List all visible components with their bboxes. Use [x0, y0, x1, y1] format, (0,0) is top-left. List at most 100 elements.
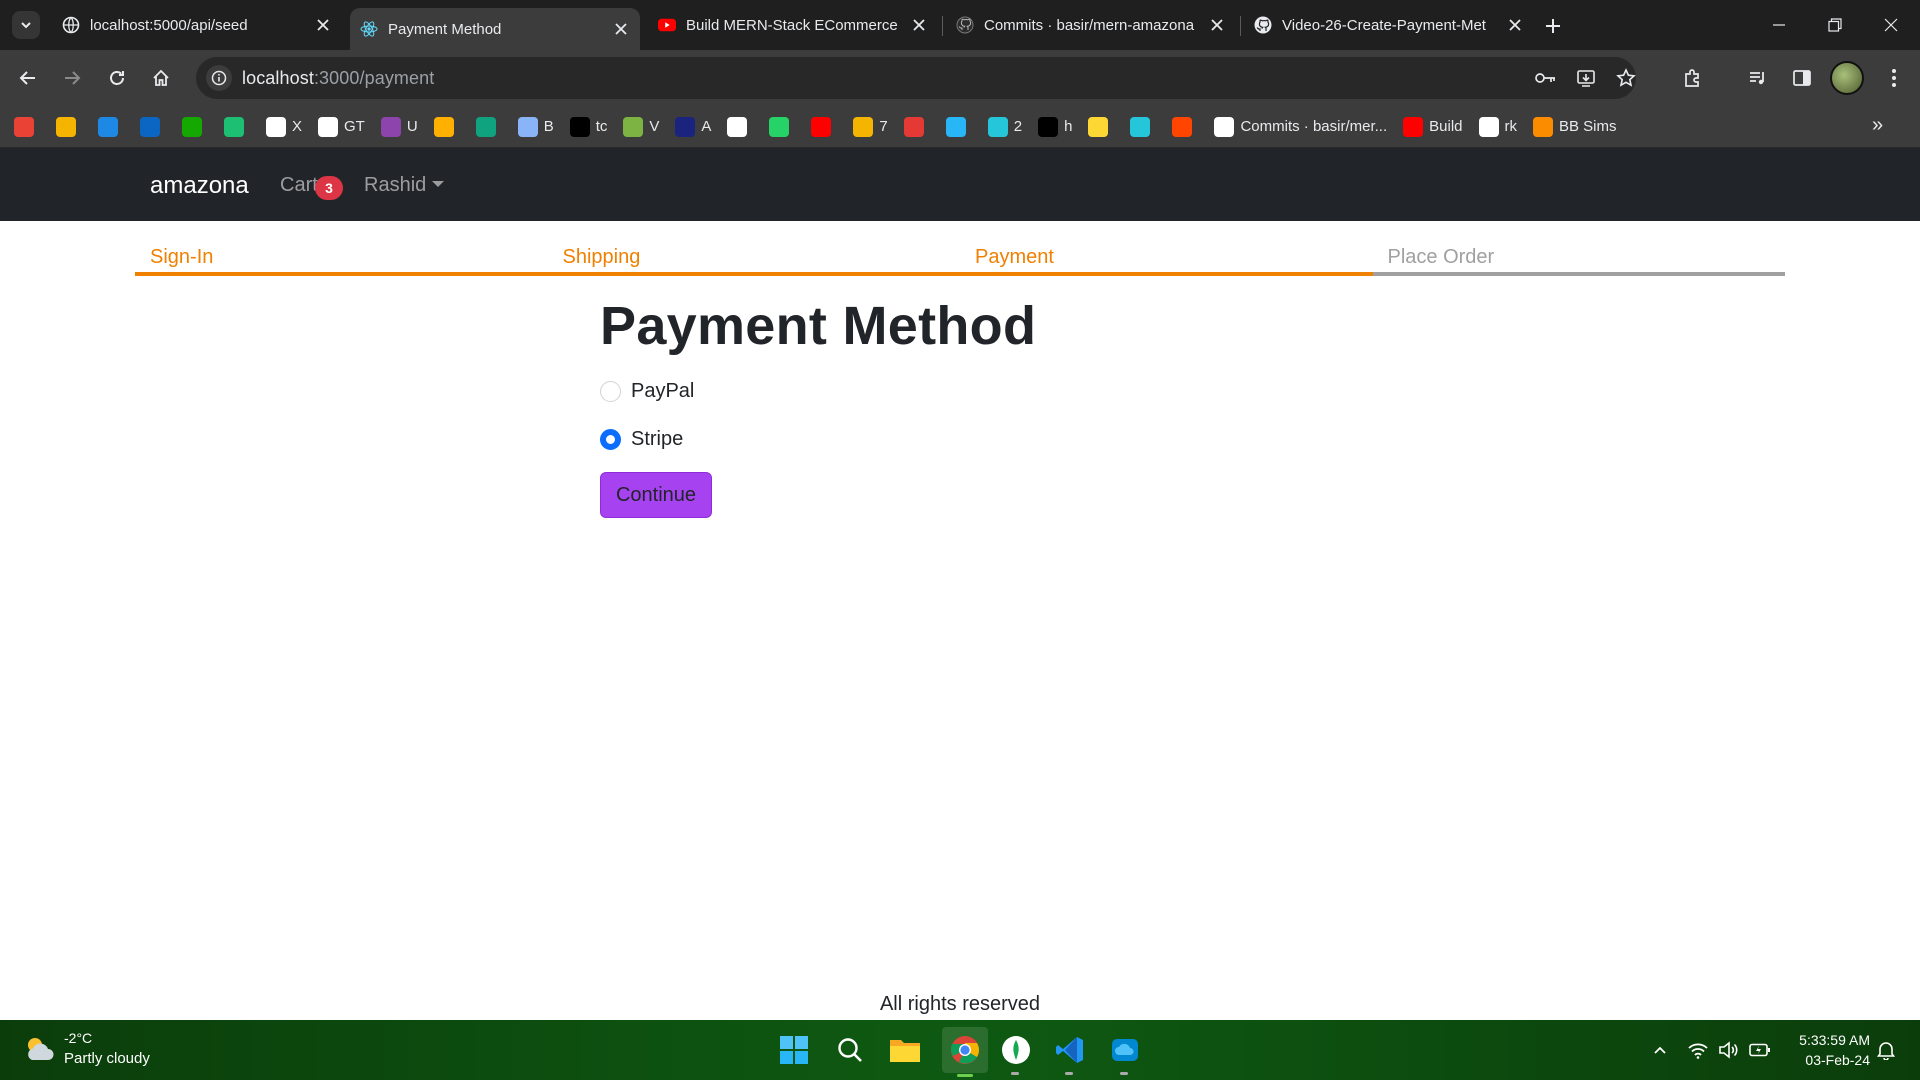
react-icon — [360, 20, 378, 38]
start-button[interactable] — [776, 1032, 812, 1068]
bookmark-item[interactable]: 7 — [853, 112, 888, 142]
bookmark-label: 2 — [1013, 118, 1023, 135]
close-window-button[interactable] — [1862, 0, 1920, 50]
file-explorer-button[interactable] — [887, 1032, 923, 1068]
bookmark-item[interactable]: rk — [1478, 112, 1517, 142]
tab-seed[interactable]: localhost:5000/api/seed — [52, 8, 342, 42]
paypal-label[interactable]: PayPal — [631, 380, 694, 403]
browser-toolbar: localhost:3000/payment — [0, 50, 1920, 106]
bookmark-item[interactable] — [769, 112, 795, 142]
wifi-icon[interactable] — [1686, 1038, 1710, 1062]
bookmark-item[interactable] — [1172, 112, 1198, 142]
x-icon — [266, 116, 286, 137]
close-icon[interactable] — [314, 16, 332, 34]
bookmark-item[interactable]: A — [675, 112, 711, 142]
forward-button[interactable] — [56, 62, 88, 94]
tab-payment-method[interactable]: Payment Method — [350, 8, 640, 50]
caret-down-icon — [432, 181, 445, 187]
a-icon — [675, 116, 696, 137]
script-icon — [1038, 116, 1059, 137]
bookmark-item[interactable]: Commits · basir/mer... — [1214, 112, 1387, 142]
bookmark-item[interactable]: h — [1038, 112, 1072, 142]
bookmark-item[interactable] — [1130, 112, 1156, 142]
side-panel-button[interactable] — [1786, 62, 1818, 94]
extensions-button[interactable] — [1676, 62, 1708, 94]
bookmark-item[interactable] — [811, 112, 837, 142]
notifications-button[interactable] — [1874, 1038, 1898, 1062]
bookmark-item[interactable] — [98, 112, 124, 142]
weather-temperature: -2°C — [64, 1030, 93, 1046]
bookmarks-overflow-icon[interactable]: » — [1872, 114, 1883, 137]
youtube-icon — [811, 116, 832, 137]
paypal-radio[interactable] — [600, 380, 621, 402]
bookmark-item[interactable] — [475, 112, 502, 142]
stripe-label[interactable]: Stripe — [631, 428, 683, 451]
bookmark-item[interactable] — [182, 112, 208, 142]
bookmark-star-icon[interactable] — [1614, 66, 1638, 90]
play-icon — [987, 116, 1008, 137]
close-icon[interactable] — [910, 16, 928, 34]
bookmark-item[interactable] — [140, 112, 166, 142]
bookmark-item[interactable] — [1088, 112, 1114, 142]
address-bar[interactable]: localhost:3000/payment — [196, 57, 1636, 99]
continue-button[interactable]: Continue — [600, 472, 712, 518]
bookmark-item[interactable] — [727, 112, 753, 142]
media-controls-button[interactable] — [1742, 62, 1774, 94]
bookmark-item[interactable]: U — [380, 112, 418, 142]
reddit-icon — [1172, 116, 1193, 137]
bookmark-label: A — [701, 118, 712, 135]
mongodb-compass-button[interactable] — [998, 1032, 1034, 1075]
reload-button[interactable] — [101, 62, 133, 94]
bookmark-item[interactable] — [14, 112, 40, 142]
bookmark-item[interactable]: BB Sims — [1533, 112, 1617, 142]
close-icon[interactable] — [612, 20, 630, 38]
bookmark-item[interactable]: tc — [569, 112, 607, 142]
cloud-app-button[interactable] — [1107, 1032, 1143, 1075]
browser-menu-button[interactable] — [1878, 62, 1910, 94]
battery-icon[interactable] — [1748, 1038, 1772, 1062]
minimize-button[interactable] — [1750, 0, 1808, 50]
page-title: Payment Method — [600, 296, 1037, 356]
bookmark-item[interactable] — [224, 112, 250, 142]
brand-link[interactable]: amazona — [150, 172, 249, 200]
tab-video-26[interactable]: Video-26-Create-Payment-Met — [1244, 8, 1534, 42]
volume-icon[interactable] — [1716, 1038, 1740, 1062]
tab-commits[interactable]: Commits · basir/mern-amazona — [946, 8, 1236, 42]
bookmark-item[interactable] — [903, 112, 930, 142]
payment-option-paypal[interactable]: PayPal — [600, 376, 1320, 406]
tab-youtube-build[interactable]: Build MERN-Stack ECommerce — [648, 8, 938, 42]
bookmark-item[interactable] — [433, 112, 460, 142]
bookmarks-bar: X GT U Btc V A 7 2 h Commits · basir/mer... Build r… — [0, 106, 1920, 148]
cart-link[interactable]: Cart — [280, 174, 318, 197]
install-app-icon[interactable] — [1574, 66, 1598, 90]
password-key-icon[interactable] — [1534, 66, 1558, 90]
restore-button[interactable] — [1806, 0, 1864, 50]
bookmark-item[interactable]: V — [623, 112, 659, 142]
stripe-radio[interactable] — [600, 428, 621, 450]
weather-icon[interactable] — [22, 1034, 56, 1064]
profile-avatar[interactable] — [1830, 61, 1864, 95]
bookmark-item[interactable] — [56, 112, 82, 142]
new-tab-button[interactable] — [1540, 13, 1566, 39]
site-info-button[interactable] — [206, 65, 232, 91]
show-hidden-icons-button[interactable] — [1648, 1038, 1672, 1062]
bookmark-item[interactable]: GT — [318, 112, 365, 142]
vscode-button[interactable] — [1052, 1032, 1088, 1075]
close-icon — [1884, 18, 1898, 32]
bookmark-item[interactable]: 2 — [987, 112, 1023, 142]
tab-separator — [942, 16, 943, 36]
close-icon[interactable] — [1208, 16, 1226, 34]
close-icon[interactable] — [1506, 16, 1524, 34]
bookmark-item[interactable]: B — [517, 112, 554, 142]
user-menu-dropdown[interactable]: Rashid — [364, 174, 445, 197]
bookmark-item[interactable] — [945, 112, 972, 142]
home-button[interactable] — [145, 62, 177, 94]
chrome-taskbar-button[interactable] — [942, 1027, 988, 1077]
bookmark-item[interactable]: Build — [1403, 112, 1463, 142]
tab-search-button[interactable] — [12, 11, 40, 39]
system-clock[interactable]: 5:33:59 AM 03-Feb-24 — [1780, 1030, 1870, 1070]
taskbar-search-button[interactable] — [832, 1032, 868, 1068]
bookmark-item[interactable]: X — [266, 112, 302, 142]
back-button[interactable] — [12, 62, 44, 94]
payment-option-stripe[interactable]: Stripe — [600, 424, 1320, 454]
